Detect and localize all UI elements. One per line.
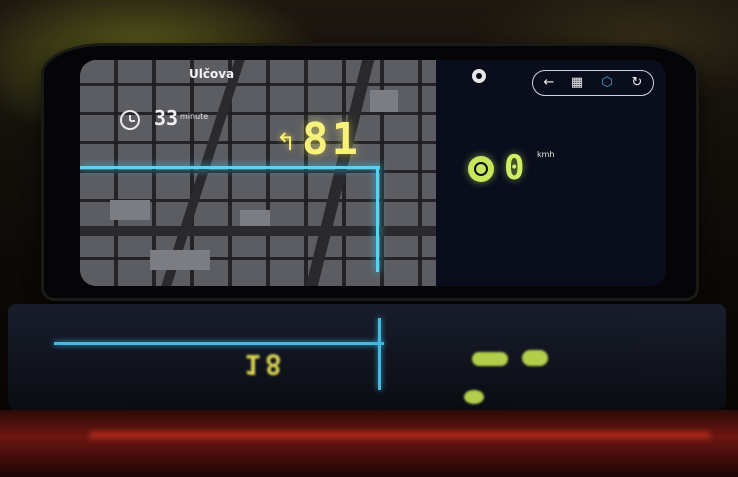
map-road bbox=[80, 226, 436, 236]
reflected-distance: 18 bbox=[244, 348, 286, 381]
speedometer-icon bbox=[468, 156, 494, 182]
compass-icon[interactable] bbox=[472, 69, 486, 83]
navigation-map: Ulčova 33 minute ↰ 81 bbox=[80, 60, 436, 286]
speed-unit: kmh bbox=[537, 150, 555, 159]
street-name: Ulčova bbox=[189, 67, 235, 81]
reflected-route bbox=[378, 318, 381, 390]
eta-value: 33 bbox=[154, 106, 179, 130]
clock-icon bbox=[120, 110, 140, 130]
turn-arrow-icon: ↰ bbox=[276, 128, 297, 156]
map-building bbox=[110, 200, 150, 220]
route-line bbox=[376, 166, 379, 272]
route-line bbox=[80, 166, 380, 169]
car-hud-scene: Ulčova 33 minute ↰ 81 ← ▦ ⬡ ↻ 0 kmh 18 bbox=[0, 0, 738, 477]
reflected-speed-icon bbox=[472, 352, 508, 366]
hud-display: Ulčova 33 minute ↰ 81 ← ▦ ⬡ ↻ 0 kmh bbox=[80, 60, 666, 286]
turn-distance: 81 bbox=[302, 114, 361, 165]
dashboard-light bbox=[90, 432, 710, 438]
share-icon[interactable]: ↻ bbox=[627, 74, 647, 92]
phone-screen-reflection: 18 bbox=[8, 304, 726, 410]
map-building bbox=[370, 90, 398, 112]
reflected-icon bbox=[464, 390, 484, 404]
reflected-speed-value bbox=[522, 350, 548, 366]
grid-icon[interactable]: ▦ bbox=[567, 74, 587, 92]
hud-toolbar: ← ▦ ⬡ ↻ bbox=[532, 70, 654, 96]
reflected-route bbox=[54, 342, 384, 345]
back-arrow-icon[interactable]: ← bbox=[539, 74, 559, 92]
dashboard bbox=[0, 410, 738, 477]
speed-value: 0 bbox=[504, 148, 525, 188]
eta-unit: minute bbox=[180, 112, 209, 121]
hexagon-icon[interactable]: ⬡ bbox=[597, 74, 617, 92]
map-road bbox=[305, 60, 375, 286]
map-building bbox=[240, 210, 270, 226]
map-building bbox=[150, 250, 210, 270]
